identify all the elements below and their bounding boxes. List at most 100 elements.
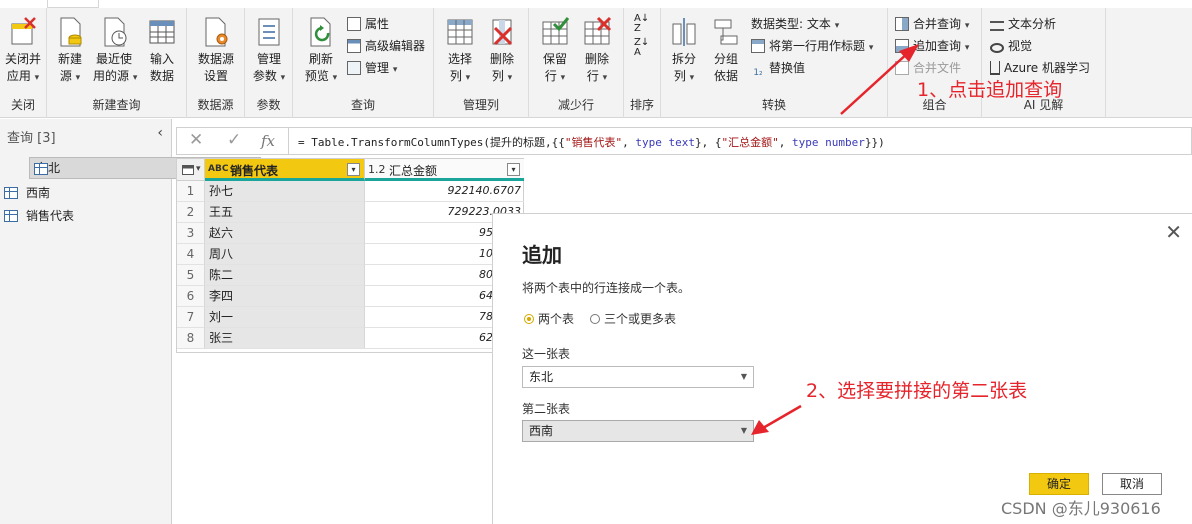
remove-rows-button[interactable]: 删除 行 ▾: [579, 16, 615, 87]
recent-sources-button[interactable]: 最近使 用的源 ▾: [93, 16, 138, 87]
group-by-button[interactable]: 分组 依据: [709, 16, 743, 85]
chevron-down-icon: ▾: [132, 73, 138, 83]
properties-button[interactable]: 属性: [347, 14, 389, 34]
manage-parameters-button[interactable]: 管理 参数 ▾: [250, 16, 288, 87]
manage-parameters-label2: 参数: [252, 69, 277, 83]
query-item-xinan[interactable]: 西南: [0, 182, 166, 204]
group-label-query: 查询: [350, 98, 375, 112]
dialog-description: 将两个表中的行连接成一个表。: [522, 281, 691, 295]
manage-query-button[interactable]: 管理 ▾: [347, 58, 397, 78]
keep-rows-label1: 保留: [542, 52, 567, 66]
row-number: 2: [177, 202, 205, 223]
group-parameters: 管理 参数 ▾ 参数: [245, 8, 293, 118]
recent-sources-label1: 最近使: [95, 52, 132, 66]
enter-data-button[interactable]: 输入 数据: [145, 16, 179, 85]
radio-two-tables-label: 两个表: [538, 312, 575, 326]
advanced-editor-label: 高级编辑器: [365, 39, 426, 53]
remove-rows-label2: 行: [586, 69, 599, 83]
filter-dropdown-icon[interactable]: ▾: [507, 163, 520, 176]
chevron-down-icon: ▾: [34, 73, 40, 83]
sort-ascending-button[interactable]: A↓ Z: [634, 14, 652, 34]
parameters-icon: [258, 18, 280, 46]
choose-columns-label1: 选择: [447, 52, 472, 66]
chevron-down-icon: ▼: [740, 372, 747, 381]
cell-sales-rep[interactable]: 孙七: [205, 181, 365, 202]
advanced-editor-button[interactable]: 高级编辑器: [347, 36, 425, 56]
text-analytics-button[interactable]: 文本分析: [990, 14, 1056, 34]
remove-rows-label1: 删除: [584, 52, 609, 66]
second-table-select[interactable]: 西南 ▼: [522, 420, 754, 442]
data-grid: ▾ ABC 销售代表 ▾ 1.2 汇总金额 ▾ 1 孙七 922140.6707 2 王…: [176, 158, 524, 353]
remove-rows-icon: [584, 16, 612, 45]
cancel-formula-icon[interactable]: ✕: [189, 130, 203, 150]
data-source-settings-button[interactable]: 数据源 设置: [195, 16, 237, 85]
column-header-label: 销售代表: [230, 164, 279, 178]
formula-input[interactable]: = Table.TransformColumnTypes(提升的标题,{{"销售…: [298, 134, 885, 150]
cell-sales-rep[interactable]: 张三: [205, 328, 365, 349]
cell-total-amount[interactable]: 922140.6707: [365, 181, 524, 202]
group-new-query: 新建 源 ▾ 最近使 用的源 ▾ 输入 数据 新建查询: [47, 8, 187, 118]
chevron-down-icon: ▾: [465, 73, 471, 83]
radio-three-or-more-label: 三个或更多表: [604, 312, 677, 326]
column-header-sales-rep[interactable]: ABC 销售代表 ▾: [205, 159, 365, 181]
formula-string2: "汇总金额": [721, 136, 779, 149]
table-icon: [4, 187, 18, 199]
header-row-icon: [751, 39, 765, 53]
chevron-down-icon: ▾: [834, 21, 840, 31]
cell-sales-rep[interactable]: 王五: [205, 202, 365, 223]
ok-button[interactable]: 确定: [1029, 473, 1089, 495]
close-icon[interactable]: ✕: [1165, 220, 1182, 244]
replace-values-button[interactable]: 1₂ 替换值: [751, 58, 805, 78]
new-source-label1: 新建: [57, 52, 82, 66]
merge-queries-button[interactable]: 合并查询 ▾: [895, 14, 969, 34]
data-type-dropdown[interactable]: 数据类型: 文本 ▾: [751, 14, 839, 34]
radio-three-or-more[interactable]: 三个或更多表: [590, 310, 676, 327]
group-sort: A↓ Z Z↓ A 排序: [624, 8, 661, 118]
tab-strip: [0, 0, 1192, 8]
group-by-label2: 依据: [713, 69, 738, 83]
cell-sales-rep[interactable]: 陈二: [205, 265, 365, 286]
new-source-button[interactable]: 新建 源 ▾: [53, 16, 87, 87]
formula-middle: }, {: [695, 136, 722, 149]
text-analytics-label: 文本分析: [1008, 17, 1057, 31]
close-apply-button[interactable]: 关闭并 应用 ▾: [2, 16, 44, 87]
cell-sales-rep[interactable]: 刘一: [205, 307, 365, 328]
first-table-select[interactable]: 东北 ▼: [522, 366, 754, 388]
group-by-label1: 分组: [713, 52, 738, 66]
second-table-label: 第二张表: [522, 402, 571, 416]
fx-icon[interactable]: fx: [261, 132, 275, 150]
filter-dropdown-icon[interactable]: ▾: [347, 163, 360, 176]
group-manage-columns: 选择 列 ▾ 删除 列 ▾ 管理列: [434, 8, 529, 118]
query-item-sales-rep[interactable]: 销售代表: [0, 205, 166, 227]
chevron-down-icon: ▾: [964, 21, 970, 31]
choose-columns-label2: 列: [449, 69, 462, 83]
data-source-label2: 设置: [203, 69, 228, 83]
sort-descending-icon: Z↓ A: [634, 37, 650, 58]
table-menu-button[interactable]: ▾: [177, 159, 205, 181]
cell-sales-rep[interactable]: 李四: [205, 286, 365, 307]
split-column-button[interactable]: 拆分 列 ▾: [667, 16, 701, 87]
choose-columns-button[interactable]: 选择 列 ▾: [442, 16, 478, 87]
collapse-pane-button[interactable]: ‹: [157, 125, 163, 141]
row-number: 6: [177, 286, 205, 307]
remove-columns-button[interactable]: 删除 列 ▾: [484, 16, 520, 87]
cell-sales-rep[interactable]: 周八: [205, 244, 365, 265]
confirm-formula-icon[interactable]: ✓: [227, 130, 241, 150]
column-header-total-amount[interactable]: 1.2 汇总金额 ▾: [365, 159, 524, 181]
cancel-button[interactable]: 取消: [1102, 473, 1162, 495]
sort-descending-button[interactable]: Z↓ A: [634, 38, 652, 58]
recent-sources-icon: [104, 17, 127, 47]
formula-prefix: = Table.TransformColumnTypes(提升的标题,{{: [298, 136, 565, 149]
chevron-down-icon: ▾: [75, 73, 81, 83]
chevron-down-icon: ▾: [689, 73, 695, 83]
row-number: 3: [177, 223, 205, 244]
keep-rows-button[interactable]: 保留 行 ▾: [537, 16, 573, 87]
table-icon: [34, 163, 48, 175]
chevron-down-icon: ▾: [507, 73, 513, 83]
vision-button[interactable]: 视觉: [990, 36, 1032, 56]
power-query-editor: 关闭并 应用 ▾ 关闭 新建 源 ▾ 最近使 用的源 ▾ 输入 数据 新建查询 …: [0, 0, 1192, 524]
refresh-preview-button[interactable]: 刷新 预览 ▾: [301, 16, 341, 87]
radio-two-tables[interactable]: 两个表: [524, 310, 574, 327]
cell-sales-rep[interactable]: 赵六: [205, 223, 365, 244]
tab-home[interactable]: [47, 0, 99, 8]
